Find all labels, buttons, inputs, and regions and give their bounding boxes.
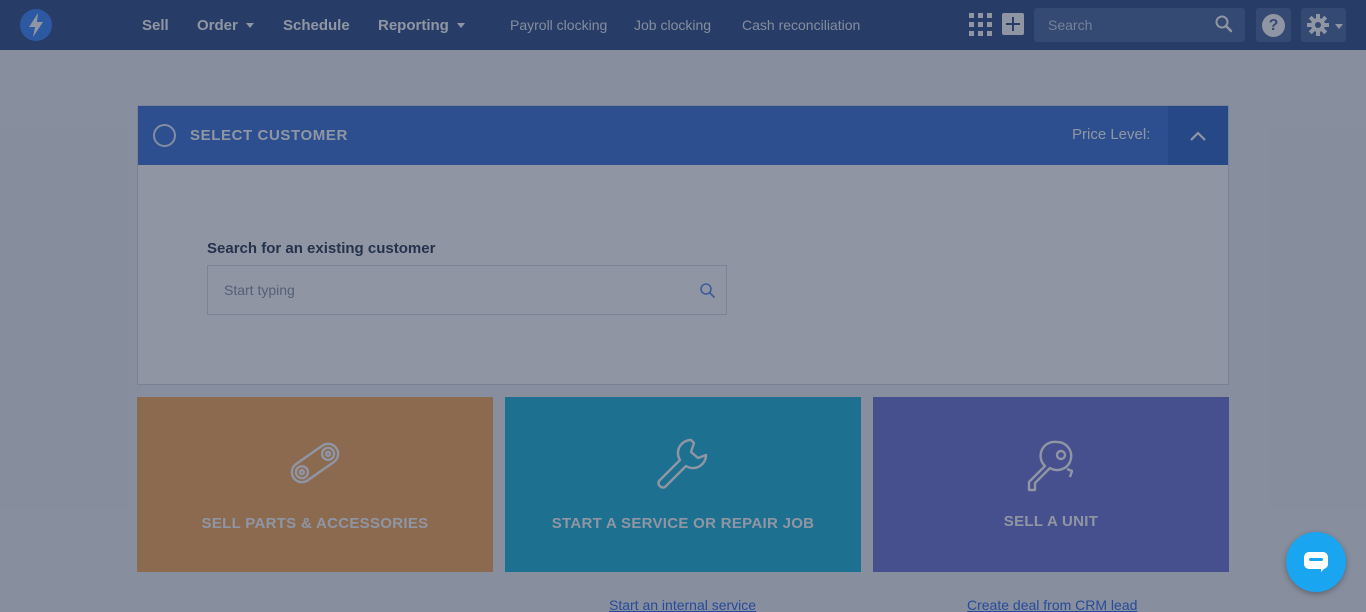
nav-item-label: Order [197,16,238,34]
nav-item-label: Reporting [378,16,449,34]
internal-service-link[interactable]: Start an internal service [609,597,756,612]
search-icon[interactable] [1215,15,1233,33]
panel-title: SELECT CUSTOMER [190,127,348,144]
tile-label: SELL A UNIT [1003,513,1099,530]
search-icon[interactable] [699,282,716,299]
nav-item-schedule[interactable]: Schedule [283,0,350,50]
customer-search [207,265,727,315]
nav-link-label: Payroll clocking [510,17,608,33]
sell-unit-tile[interactable]: SELL A UNIT [873,397,1229,572]
help-button[interactable]: ? [1256,8,1291,42]
chain-link-icon [290,442,340,484]
nav-link-job-clocking[interactable]: Job clocking [634,0,711,50]
nav-link-label: Cash reconciliation [742,17,861,33]
tile-label: START A SERVICE OR REPAIR JOB [551,515,815,532]
bolt-logo-icon[interactable] [20,9,52,41]
apps-grid-icon[interactable] [969,13,992,36]
collapse-panel-button[interactable] [1168,106,1228,165]
sell-parts-tile[interactable]: SELL PARTS & ACCESSORIES [137,397,493,572]
wrench-icon [657,438,708,489]
chat-button[interactable] [1286,532,1346,592]
nav-item-label: Schedule [283,16,350,34]
customer-search-input[interactable] [208,266,688,314]
chevron-up-icon [1190,131,1206,141]
tile-label: SELL PARTS & ACCESSORIES [201,515,429,532]
price-level-label: Price Level: [1072,126,1151,143]
nav-item-order[interactable]: Order [197,0,254,50]
customer-search-label: Search for an existing customer [207,240,436,257]
global-search-input[interactable] [1034,8,1214,42]
help-icon: ? [1262,14,1285,37]
nav-link-payroll-clocking[interactable]: Payroll clocking [510,0,607,50]
nav-link-label: Job clocking [634,17,712,33]
nav-link-cash-reconciliation[interactable]: Cash reconciliation [742,0,860,50]
global-search [1034,8,1245,42]
top-nav-bar: Sell Order Schedule Reporting Payroll cl… [0,0,1366,50]
chat-bubble-icon [1304,552,1328,572]
gear-icon [1307,14,1329,36]
person-icon [153,124,176,147]
caret-down-icon [1335,24,1343,29]
plus-icon[interactable] [1002,13,1024,35]
nav-item-sell[interactable]: Sell [142,0,169,50]
settings-button[interactable] [1301,8,1346,42]
nav-item-label: Sell [142,16,169,34]
caret-down-icon [456,22,465,28]
crm-deal-link[interactable]: Create deal from CRM lead [967,597,1137,612]
caret-down-icon [245,22,254,28]
select-customer-panel: SELECT CUSTOMER Price Level: Search for … [137,105,1229,385]
start-service-tile[interactable]: START A SERVICE OR REPAIR JOB [505,397,861,572]
nav-item-reporting[interactable]: Reporting [378,0,465,50]
select-customer-header: SELECT CUSTOMER Price Level: [138,106,1228,165]
key-icon [1027,440,1074,492]
